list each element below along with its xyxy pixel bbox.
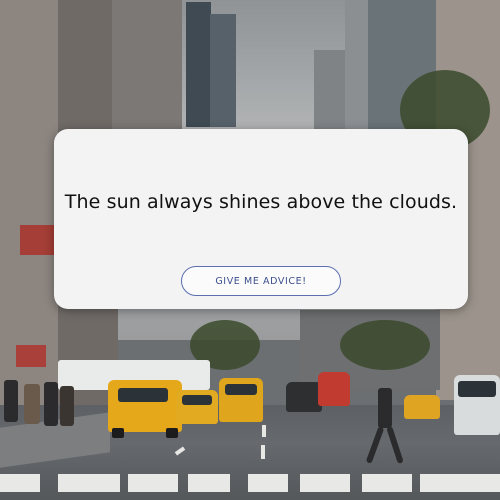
windshield [118,388,168,402]
wheel [166,428,178,438]
lane-marking [262,425,266,437]
crosswalk-stripe [58,474,120,492]
pedestrian [24,384,40,424]
taxi [176,390,218,424]
crosswalk-stripe [362,474,412,492]
windshield [458,381,496,397]
advice-card: The sun always shines above the clouds. … [54,129,468,309]
advice-quote: The sun always shines above the clouds. [64,191,458,213]
give-advice-button[interactable]: GIVE ME ADVICE! [181,266,341,296]
pedestrian [378,388,392,428]
crosswalk-stripe [248,474,288,492]
crosswalk-stripe [0,474,40,492]
building [20,225,54,255]
building [210,14,236,127]
car [286,382,322,412]
building [186,2,211,127]
pedestrian [44,382,58,426]
windshield [225,384,257,395]
taxi [219,378,263,422]
building [345,0,370,130]
building [16,345,46,367]
crosswalk-stripe [188,474,230,492]
taxi [108,380,182,438]
pedestrian [60,386,74,426]
crosswalk-stripe [128,474,178,492]
taxi [404,395,440,419]
pedestrian [4,380,18,422]
building [112,0,182,130]
crosswalk-stripe [300,474,350,492]
tree [340,320,430,370]
fire-truck [318,372,350,406]
wheel [112,428,124,438]
van [454,375,500,435]
lane-marking [261,445,265,459]
windshield [182,395,212,405]
crosswalk-stripe [420,474,500,492]
